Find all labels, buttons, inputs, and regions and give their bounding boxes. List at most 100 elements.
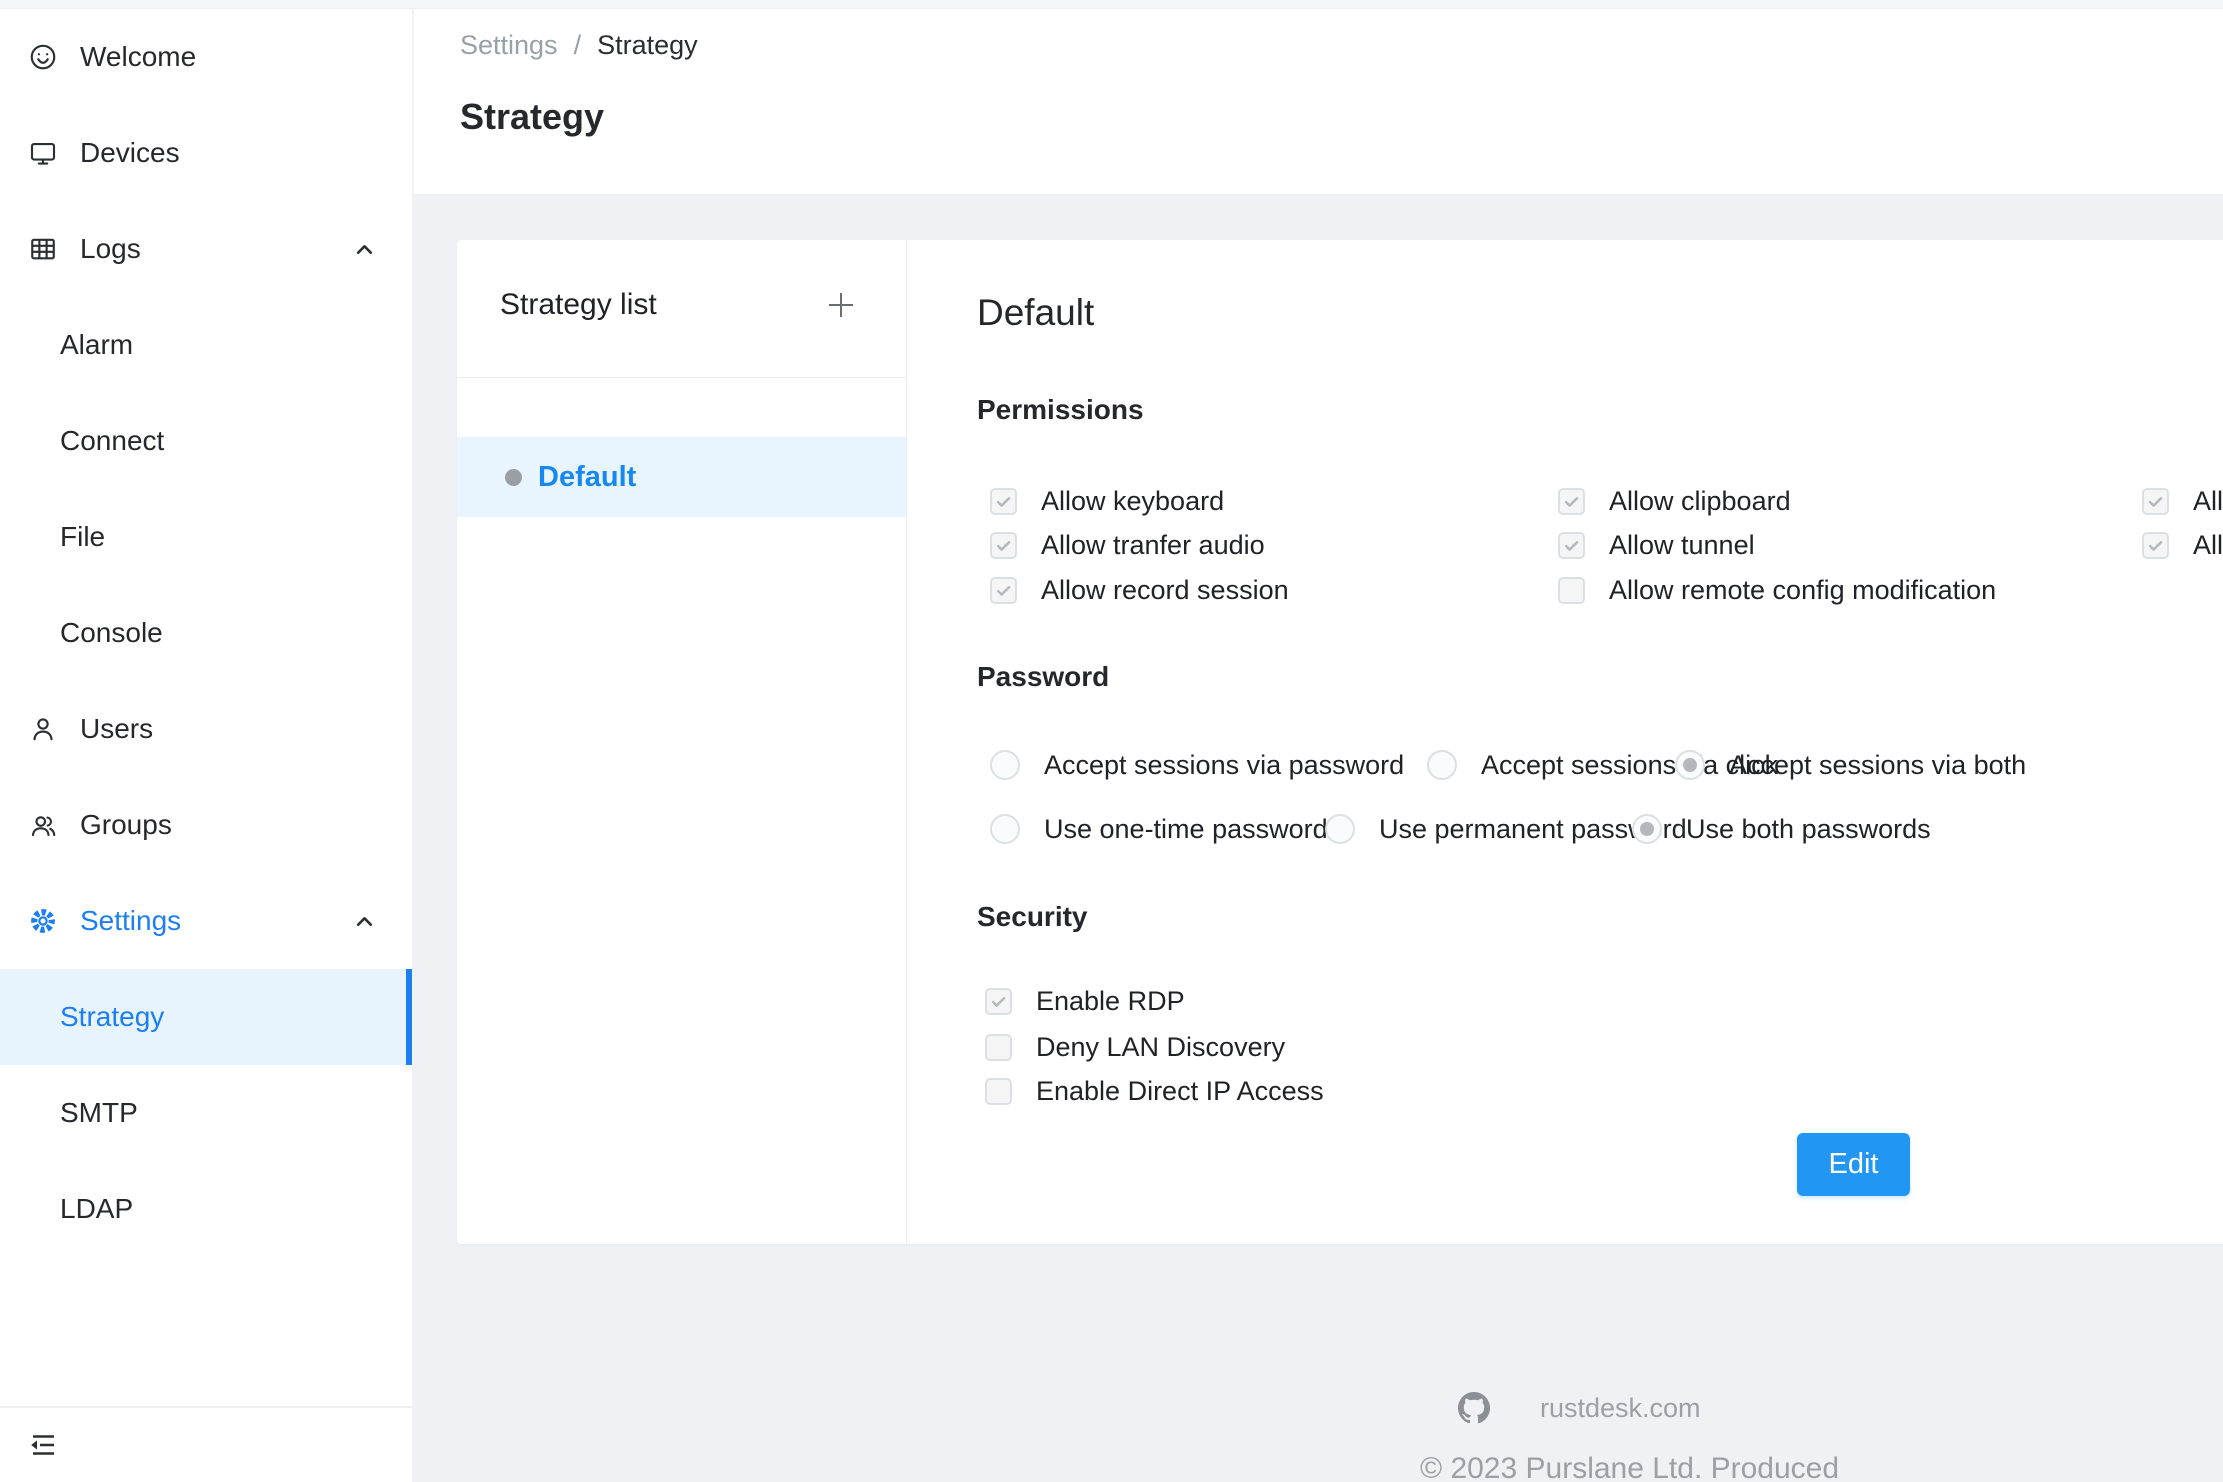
checkbox-checked-icon [990,488,1017,515]
checkbox-label: Allow clipboard [1609,486,1791,517]
checkbox-checked-icon [2142,532,2169,559]
checkbox-label: Enable Direct IP Access [1036,1076,1324,1107]
radio-selected-icon [1632,814,1662,844]
sidebar-item-label: SMTP [60,1097,138,1129]
sidebar-item-connect[interactable]: Connect [0,393,412,489]
radio-unselected-icon [1325,814,1355,844]
top-strip [0,0,2223,9]
checkbox-label: All [2193,486,2223,517]
radio-label: Accept sessions via password [1044,750,1404,781]
sidebar: Welcome Devices Logs [0,0,413,1482]
checkbox-checked-icon [1558,488,1585,515]
checkbox-label: Allow record session [1041,575,1289,606]
rustdesk-link[interactable]: rustdesk.com [1540,1393,1701,1424]
checkbox-label: Enable RDP [1036,986,1185,1017]
checkbox-allow-keyboard[interactable]: Allow keyboard [990,479,1224,523]
checkbox-allow-remote-config-modification[interactable]: Allow remote config modification [1558,568,1996,612]
rustdesk-admin-page: Welcome Devices Logs [0,0,2223,1482]
checkbox-label: Allow tranfer audio [1041,530,1265,561]
sidebar-item-settings[interactable]: Settings [0,873,412,969]
sidebar-item-alarm[interactable]: Alarm [0,297,412,393]
security-heading: Security [977,901,1088,933]
permissions-heading: Permissions [977,394,1144,426]
radio-selected-icon [1675,750,1705,780]
footer-link-row: rustdesk.com [1458,1392,1701,1424]
radio-use-one-time-password[interactable]: Use one-time password [990,807,1328,851]
page-title: Strategy [460,96,604,138]
checkbox-allow-truncated-1[interactable]: All [2142,479,2223,523]
breadcrumb-settings-link[interactable]: Settings [460,30,558,61]
sidebar-item-welcome[interactable]: Welcome [0,9,412,105]
password-heading: Password [977,661,1109,693]
radio-accept-sessions-via-password[interactable]: Accept sessions via password [990,743,1404,787]
sidebar-item-label: Strategy [60,1001,164,1033]
users-icon [28,810,58,840]
checkbox-label: All [2193,530,2223,561]
checkbox-allow-tranfer-audio[interactable]: Allow tranfer audio [990,523,1265,567]
chevron-up-icon[interactable] [351,236,378,263]
checkbox-allow-clipboard[interactable]: Allow clipboard [1558,479,1791,523]
breadcrumb-current: Strategy [597,30,698,61]
checkbox-allow-truncated-2[interactable]: All [2142,523,2223,567]
edit-button[interactable]: Edit [1797,1133,1910,1196]
strategy-detail-panel: Default Permissions Allow keyboard Allow… [457,240,2223,1244]
checkbox-label: Deny LAN Discovery [1036,1032,1285,1063]
sidebar-item-label: Users [80,713,153,745]
checkbox-unchecked-icon [1558,577,1585,604]
radio-unselected-icon [990,750,1020,780]
checkbox-label: Allow tunnel [1609,530,1755,561]
sidebar-item-smtp[interactable]: SMTP [0,1065,412,1161]
collapse-sidebar-icon[interactable] [26,1428,60,1462]
breadcrumb-separator: / [574,30,582,61]
sidebar-item-label: Welcome [80,41,196,73]
gear-icon [28,906,58,936]
sidebar-item-file[interactable]: File [0,489,412,585]
checkbox-enable-direct-ip-access[interactable]: Enable Direct IP Access [985,1069,1324,1113]
radio-unselected-icon [1427,750,1457,780]
sidebar-item-console[interactable]: Console [0,585,412,681]
sidebar-item-label: File [60,521,105,553]
strategy-card: Strategy list Default Default Permission… [457,240,2223,1244]
checkbox-unchecked-icon [985,1034,1012,1061]
strategy-detail-title: Default [977,292,1094,334]
sidebar-item-devices[interactable]: Devices [0,105,412,201]
checkbox-deny-lan-discovery[interactable]: Deny LAN Discovery [985,1025,1285,1069]
sidebar-item-label: Settings [80,905,181,937]
checkbox-checked-icon [985,988,1012,1015]
sidebar-item-ldap[interactable]: LDAP [0,1161,412,1257]
sidebar-item-groups[interactable]: Groups [0,777,412,873]
smiley-icon [28,42,58,72]
breadcrumb: Settings / Strategy [460,30,698,61]
sidebar-divider [0,1406,412,1408]
radio-use-both-passwords[interactable]: Use both passwords [1632,807,1931,851]
checkbox-allow-tunnel[interactable]: Allow tunnel [1558,523,1755,567]
sidebar-item-label: Devices [80,137,180,169]
sidebar-nav: Welcome Devices Logs [0,9,412,1257]
radio-accept-sessions-via-both[interactable]: Accept sessions via both [1675,743,2026,787]
sidebar-item-strategy[interactable]: Strategy [0,969,412,1065]
sidebar-item-label: Logs [80,233,141,265]
sidebar-item-label: Alarm [60,329,133,361]
sidebar-item-label: Console [60,617,163,649]
checkbox-checked-icon [2142,488,2169,515]
checkbox-unchecked-icon [985,1078,1012,1105]
copyright-text: © 2023 Purslane Ltd. Produced [1420,1452,1839,1482]
chevron-up-icon[interactable] [351,908,378,935]
user-icon [28,714,58,744]
radio-label: Accept sessions via both [1729,750,2026,781]
checkbox-allow-record-session[interactable]: Allow record session [990,568,1289,612]
checkbox-checked-icon [1558,532,1585,559]
page-header: Settings / Strategy Strategy [414,8,2223,194]
radio-label: Use one-time password [1044,814,1328,845]
radio-unselected-icon [990,814,1020,844]
radio-label: Use both passwords [1686,814,1931,845]
checkbox-enable-rdp[interactable]: Enable RDP [985,979,1185,1023]
github-icon[interactable] [1458,1392,1490,1424]
table-icon [28,234,58,264]
sidebar-item-label: Groups [80,809,172,841]
sidebar-item-label: Connect [60,425,164,457]
sidebar-item-label: LDAP [60,1193,133,1225]
checkbox-checked-icon [990,532,1017,559]
sidebar-item-users[interactable]: Users [0,681,412,777]
sidebar-item-logs[interactable]: Logs [0,201,412,297]
